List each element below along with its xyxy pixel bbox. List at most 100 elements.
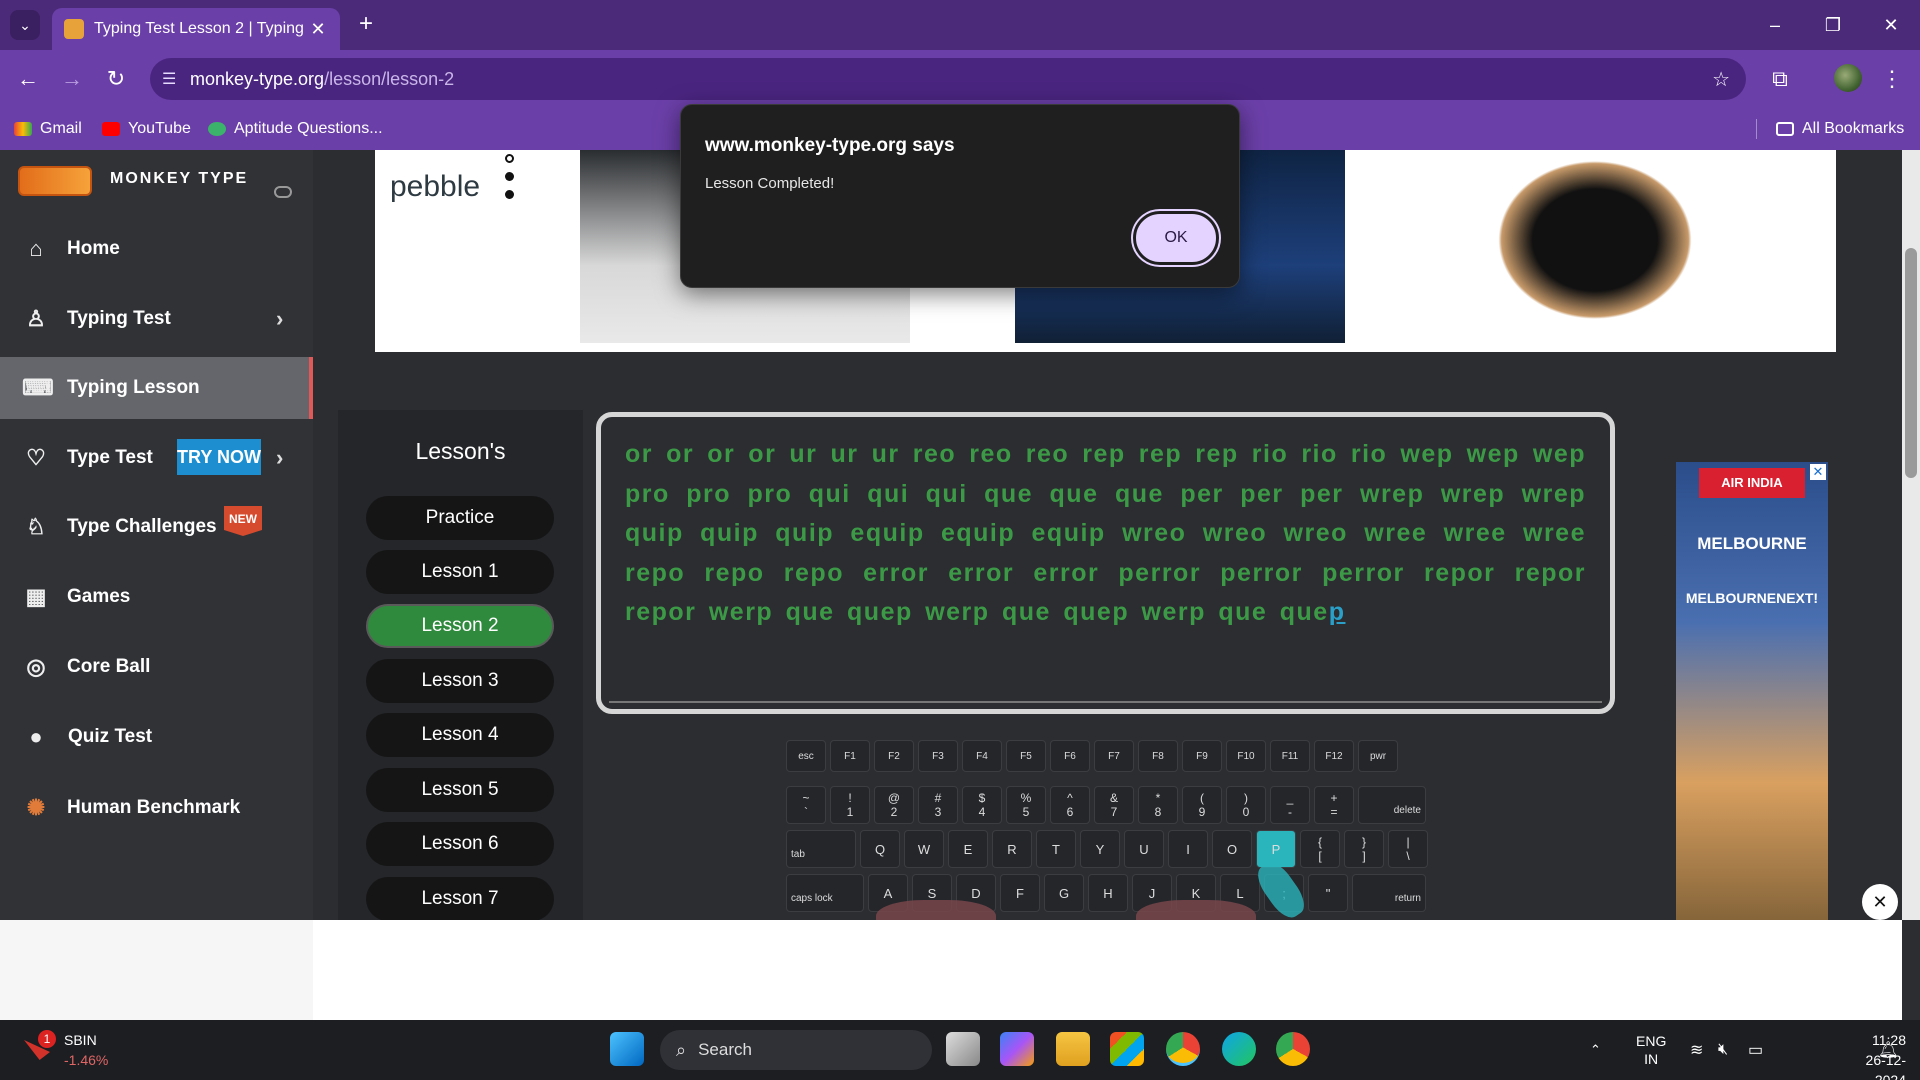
try-now-badge[interactable]: TRY NOW: [177, 439, 261, 475]
key-w: W: [904, 830, 944, 868]
notification-bell-icon[interactable]: 🔔︎: [1878, 1020, 1898, 1080]
lesson-3-button[interactable]: Lesson 3: [366, 659, 554, 703]
extensions-icon[interactable]: ⧉: [1764, 63, 1796, 95]
all-bookmarks[interactable]: All Bookmarks: [1776, 108, 1904, 150]
sidebar-item-typing-lesson[interactable]: ⌨ Typing Lesson: [0, 357, 313, 419]
brand-name: MONKEY TYPE: [110, 170, 249, 187]
profile-avatar[interactable]: [1834, 64, 1862, 92]
monkey-logo[interactable]: [18, 166, 92, 196]
sidebar-item-core-ball[interactable]: ◎ Core Ball: [0, 636, 313, 698]
bookmark-star-icon[interactable]: ☆: [1712, 67, 1730, 92]
sidebar-item-human-benchmark[interactable]: ✺ Human Benchmark: [0, 777, 313, 839]
restore-button[interactable]: ❐: [1804, 0, 1862, 50]
close-banner-button[interactable]: ✕: [1862, 884, 1898, 920]
taskbar-search[interactable]: ⌕ Search: [660, 1030, 932, 1070]
lesson-5-button[interactable]: Lesson 5: [366, 768, 554, 812]
dialog-title: www.monkey-type.org says: [705, 135, 955, 156]
key-f5: F5: [1006, 740, 1046, 772]
url-path: /lesson/lesson-2: [324, 68, 455, 89]
back-arrow-icon[interactable]: ←: [12, 63, 44, 95]
key-y: Y: [1080, 830, 1120, 868]
bookmark-gmail[interactable]: Gmail: [14, 108, 82, 150]
tray-overflow-icon[interactable]: ⌃: [1590, 1020, 1601, 1080]
url-domain: monkey-type.org: [190, 68, 325, 89]
volume-muted-icon[interactable]: 🔇︎: [1718, 1020, 1728, 1080]
carousel-dots[interactable]: [505, 154, 515, 208]
scrollbar-thumb[interactable]: [1905, 248, 1917, 478]
minimize-button[interactable]: –: [1746, 0, 1804, 50]
task-view-icon[interactable]: [946, 1032, 980, 1066]
sidebar-item-games[interactable]: ▦ Games: [0, 566, 313, 628]
key-caps-lock: caps lock: [786, 874, 864, 912]
virtual-keyboard: esc F1 F2 F3 F4 F5 F6 F7 F8 F9 F10 F11 F12 pwr ~ `! 1 @…: [786, 740, 1428, 920]
home-icon: ⌂: [29, 236, 43, 261]
new-tab-button[interactable]: +: [352, 11, 380, 39]
key-(-9: ( 9: [1182, 786, 1222, 824]
sidebar-item-home[interactable]: ⌂ Home: [0, 218, 313, 280]
browser-tab-active[interactable]: Typing Test Lesson 2 | Typing C ✕: [52, 8, 340, 50]
lesson-7-button[interactable]: Lesson 7: [366, 877, 554, 920]
sidebar-item-typing-test[interactable]: ♙ Typing Test ›: [0, 288, 313, 350]
ad-subheadline: MELBOURNENEXT!: [1685, 590, 1819, 606]
key-q: Q: [860, 830, 900, 868]
lesson-practice-button[interactable]: Practice: [366, 496, 554, 540]
page-scrollbar[interactable]: [1902, 150, 1920, 920]
youtube-icon: [102, 122, 120, 136]
chrome-profile-icon[interactable]: [1276, 1032, 1310, 1066]
key-g: G: [1044, 874, 1084, 912]
language-indicator[interactable]: ENG IN: [1636, 1020, 1666, 1080]
site-info-icon[interactable]: ☰: [162, 69, 190, 89]
sidebar-item-quiz-test[interactable]: ● Quiz Test: [0, 706, 313, 768]
key-f6: F6: [1050, 740, 1090, 772]
key-%-5: % 5: [1006, 786, 1046, 824]
lesson-4-button[interactable]: Lesson 4: [366, 713, 554, 757]
cursor-character: p: [1328, 598, 1346, 626]
tab-close-icon[interactable]: ✕: [308, 19, 328, 40]
store-icon[interactable]: [1110, 1032, 1144, 1066]
copilot-icon[interactable]: [1000, 1032, 1034, 1066]
lesson-6-button[interactable]: Lesson 6: [366, 822, 554, 866]
sidebar-item-type-test[interactable]: ♡ Type Test TRY NOW ›: [0, 427, 313, 489]
wifi-icon[interactable]: ≋: [1690, 1020, 1703, 1080]
key-!-1: ! 1: [830, 786, 870, 824]
key-f12: F12: [1314, 740, 1354, 772]
typing-text-area[interactable]: or or or or ur ur ur reo reo reo rep rep…: [596, 412, 1615, 714]
key-r: R: [992, 830, 1032, 868]
screen: ⌄ Typing Test Lesson 2 | Typing C ✕ + – …: [0, 0, 1920, 1080]
aptitude-icon: [208, 122, 226, 136]
monkey-favicon-icon: [64, 19, 84, 39]
key-tab: tab: [786, 830, 856, 868]
battery-icon[interactable]: ▭: [1748, 1020, 1763, 1080]
lesson-2-button[interactable]: Lesson 2: [366, 604, 554, 648]
reload-icon[interactable]: ↻: [100, 63, 132, 95]
key-f9: F9: [1182, 740, 1222, 772]
address-bar[interactable]: ☰ monkey-type.org/lesson/lesson-2 ☆: [150, 58, 1746, 100]
bookmark-youtube[interactable]: YouTube: [102, 108, 191, 150]
stock-change: -1.46%: [64, 1052, 109, 1068]
bookmark-aptitude[interactable]: Aptitude Questions...: [208, 108, 383, 150]
windows-start-icon[interactable]: [610, 1032, 644, 1066]
lessons-title: Lesson's: [415, 438, 506, 464]
lesson-text: or or or or ur ur ur reo reo reo rep rep…: [625, 435, 1586, 633]
window-close-button[interactable]: ✕: [1862, 0, 1920, 50]
file-explorer-icon[interactable]: [1056, 1032, 1090, 1066]
sidebar-item-type-challenges[interactable]: ♘ Type Challenges NEW: [0, 496, 313, 558]
ok-button[interactable]: OK: [1131, 209, 1221, 267]
keyboard-icon: ⌨: [22, 375, 54, 400]
browser-toolbar: ← → ↻ ☰ monkey-type.org/lesson/lesson-2 …: [0, 50, 1920, 108]
theme-toggle-icon[interactable]: [274, 186, 292, 198]
search-icon: ⌕: [676, 1039, 687, 1060]
ad-close-icon[interactable]: ✕: [1810, 464, 1826, 480]
lesson-1-button[interactable]: Lesson 1: [366, 550, 554, 594]
chrome-icon[interactable]: [1166, 1032, 1200, 1066]
brain-icon: ✺: [26, 795, 46, 820]
tab-search-dropdown-icon[interactable]: ⌄: [10, 10, 40, 40]
right-advertisement[interactable]: AIR INDIA ✕ MELBOURNE MELBOURNENEXT!: [1676, 462, 1828, 920]
hand-overlay: [876, 900, 996, 920]
bookmark-separator: [1756, 119, 1757, 139]
key-delete: delete: [1358, 786, 1426, 824]
edge-icon[interactable]: [1222, 1032, 1256, 1066]
forward-arrow-icon[interactable]: →: [56, 63, 88, 95]
key-)-0: ) 0: [1226, 786, 1266, 824]
browser-menu-icon[interactable]: ⋮: [1876, 63, 1908, 95]
